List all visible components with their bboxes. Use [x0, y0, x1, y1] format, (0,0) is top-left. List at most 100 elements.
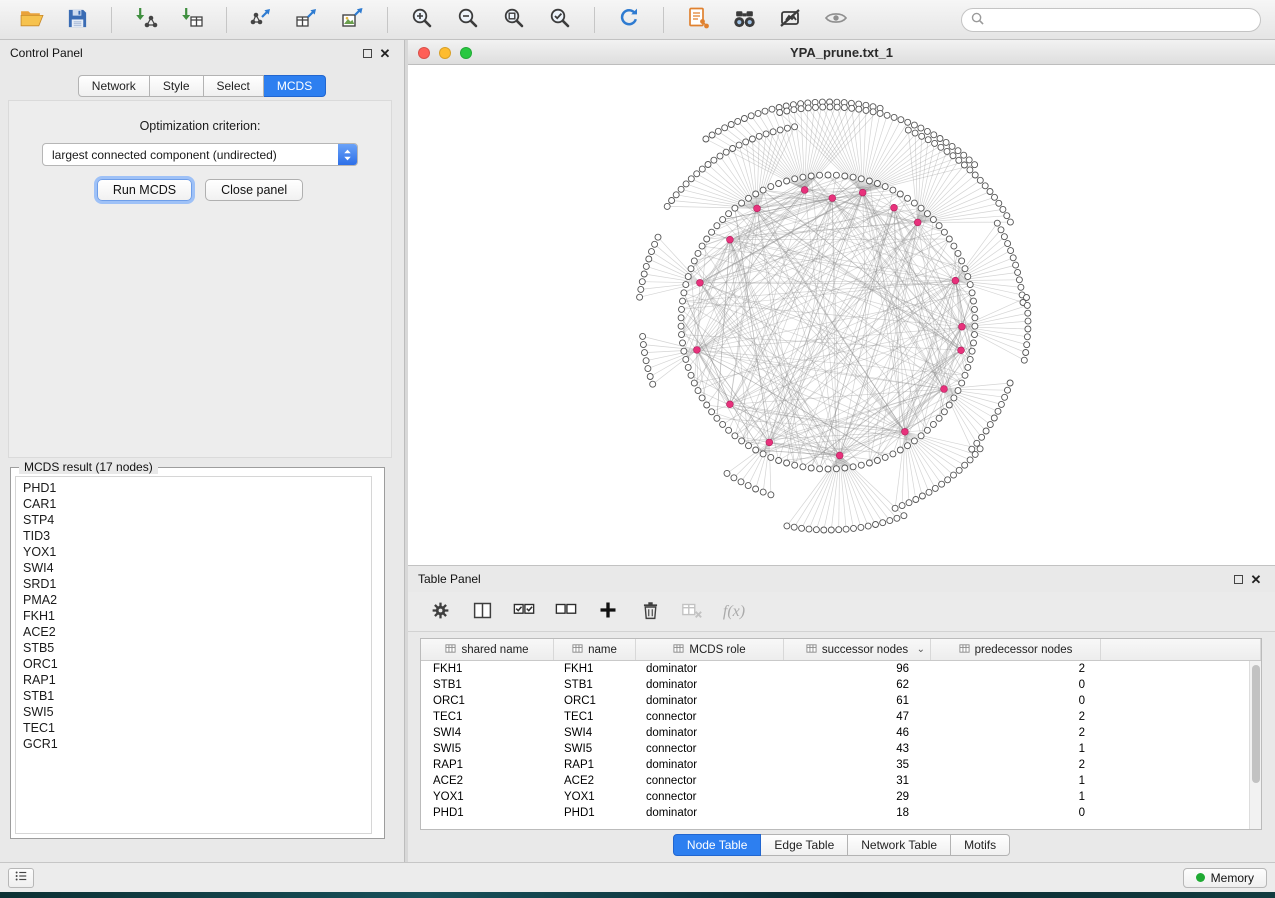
table-cell[interactable]: 2: [931, 725, 1101, 741]
export-network-button[interactable]: [240, 4, 282, 36]
task-history-button[interactable]: [8, 868, 34, 888]
close-panel-action-button[interactable]: Close panel: [205, 179, 303, 201]
network-canvas[interactable]: [408, 65, 1275, 565]
zoom-in-button[interactable]: [401, 4, 443, 36]
table-cell[interactable]: connector: [636, 741, 784, 757]
refresh-button[interactable]: [608, 4, 650, 36]
tab-network-table[interactable]: Network Table: [848, 834, 951, 856]
mcds-result-item[interactable]: STP4: [23, 512, 364, 528]
scrollbar-thumb[interactable]: [1252, 665, 1260, 783]
hide-graphics-button[interactable]: [769, 4, 811, 36]
table-cell[interactable]: 0: [931, 677, 1101, 693]
table-cell[interactable]: 47: [784, 709, 931, 725]
table-cell[interactable]: STB1: [421, 677, 554, 693]
mcds-result-item[interactable]: STB5: [23, 640, 364, 656]
show-graphics-button[interactable]: [815, 4, 857, 36]
close-window-button[interactable]: [418, 47, 430, 59]
mcds-result-item[interactable]: TID3: [23, 528, 364, 544]
table-cell[interactable]: 1: [931, 789, 1101, 805]
tab-network[interactable]: Network: [78, 75, 150, 97]
column-header-successor-nodes[interactable]: successor nodes⌄: [784, 639, 931, 660]
select-all-button[interactable]: [506, 597, 542, 627]
table-cell[interactable]: connector: [636, 709, 784, 725]
table-cell[interactable]: ACE2: [421, 773, 554, 789]
table-cell[interactable]: dominator: [636, 757, 784, 773]
table-cell[interactable]: TEC1: [554, 709, 636, 725]
open-file-button[interactable]: [10, 4, 52, 36]
search-network-button[interactable]: [723, 4, 765, 36]
table-cell[interactable]: ORC1: [421, 693, 554, 709]
unselect-all-button[interactable]: [548, 597, 584, 627]
table-cell[interactable]: 62: [784, 677, 931, 693]
run-mcds-button[interactable]: Run MCDS: [97, 179, 192, 201]
table-cell[interactable]: 2: [931, 757, 1101, 773]
mcds-result-item[interactable]: SRD1: [23, 576, 364, 592]
table-cell[interactable]: PHD1: [554, 805, 636, 821]
mcds-result-item[interactable]: GCR1: [23, 736, 364, 752]
add-row-button[interactable]: [590, 597, 626, 627]
table-cell[interactable]: 1: [931, 773, 1101, 789]
table-cell[interactable]: dominator: [636, 677, 784, 693]
table-row[interactable]: RAP1RAP1dominator352: [421, 757, 1261, 773]
chevron-down-icon[interactable]: ⌄: [917, 644, 925, 655]
network-graph[interactable]: [408, 65, 1275, 565]
mcds-result-list[interactable]: PHD1CAR1STP4TID3YOX1SWI4SRD1PMA2FKH1ACE2…: [15, 476, 372, 834]
mcds-result-item[interactable]: SWI5: [23, 704, 364, 720]
table-row[interactable]: SWI5SWI5connector431: [421, 741, 1261, 757]
float-table-panel-button[interactable]: [1229, 570, 1247, 588]
table-row[interactable]: TEC1TEC1connector472: [421, 709, 1261, 725]
table-cell[interactable]: 35: [784, 757, 931, 773]
table-cell[interactable]: 1: [931, 741, 1101, 757]
save-button[interactable]: [56, 4, 98, 36]
table-cell[interactable]: RAP1: [554, 757, 636, 773]
mcds-result-item[interactable]: FKH1: [23, 608, 364, 624]
table-cell[interactable]: 2: [931, 709, 1101, 725]
search-box[interactable]: [961, 8, 1261, 32]
table-cell[interactable]: 0: [931, 805, 1101, 821]
mcds-result-item[interactable]: STB1: [23, 688, 364, 704]
delete-row-button[interactable]: [632, 597, 668, 627]
table-cell[interactable]: SWI5: [554, 741, 636, 757]
function-builder-button[interactable]: f(x): [716, 597, 752, 627]
table-cell[interactable]: FKH1: [554, 661, 636, 677]
column-header-mcds-role[interactable]: MCDS role: [636, 639, 784, 660]
tab-motifs[interactable]: Motifs: [951, 834, 1010, 856]
table-scrollbar[interactable]: [1249, 661, 1261, 829]
mcds-result-item[interactable]: YOX1: [23, 544, 364, 560]
table-row[interactable]: YOX1YOX1connector291: [421, 789, 1261, 805]
table-cell[interactable]: PHD1: [421, 805, 554, 821]
table-row[interactable]: ACE2ACE2connector311: [421, 773, 1261, 789]
zoom-selected-button[interactable]: [539, 4, 581, 36]
tab-edge-table[interactable]: Edge Table: [761, 834, 848, 856]
table-cell[interactable]: ORC1: [554, 693, 636, 709]
import-table-file-button[interactable]: [171, 4, 213, 36]
table-cell[interactable]: 31: [784, 773, 931, 789]
table-cell[interactable]: SWI4: [421, 725, 554, 741]
table-cell[interactable]: YOX1: [554, 789, 636, 805]
column-header-name[interactable]: name: [554, 639, 636, 660]
table-row[interactable]: PHD1PHD1dominator180: [421, 805, 1261, 821]
mcds-result-item[interactable]: ACE2: [23, 624, 364, 640]
column-header-shared-name[interactable]: shared name: [421, 639, 554, 660]
table-cell[interactable]: connector: [636, 773, 784, 789]
table-cell[interactable]: 29: [784, 789, 931, 805]
close-panel-button[interactable]: ✕: [376, 44, 394, 62]
table-cell[interactable]: STB1: [554, 677, 636, 693]
delete-disabled-button[interactable]: [674, 597, 710, 627]
mcds-result-item[interactable]: ORC1: [23, 656, 364, 672]
table-cell[interactable]: FKH1: [421, 661, 554, 677]
table-cell[interactable]: dominator: [636, 693, 784, 709]
zoom-out-button[interactable]: [447, 4, 489, 36]
table-cell[interactable]: YOX1: [421, 789, 554, 805]
table-cell[interactable]: 61: [784, 693, 931, 709]
mcds-result-item[interactable]: PHD1: [23, 480, 364, 496]
memory-button[interactable]: Memory: [1183, 868, 1267, 888]
table-cell[interactable]: 18: [784, 805, 931, 821]
table-cell[interactable]: connector: [636, 789, 784, 805]
table-row[interactable]: ORC1ORC1dominator610: [421, 693, 1261, 709]
table-cell[interactable]: dominator: [636, 725, 784, 741]
table-cell[interactable]: SWI5: [421, 741, 554, 757]
maximize-window-button[interactable]: [460, 47, 472, 59]
export-image-button[interactable]: [332, 4, 374, 36]
clone-network-button[interactable]: [677, 4, 719, 36]
